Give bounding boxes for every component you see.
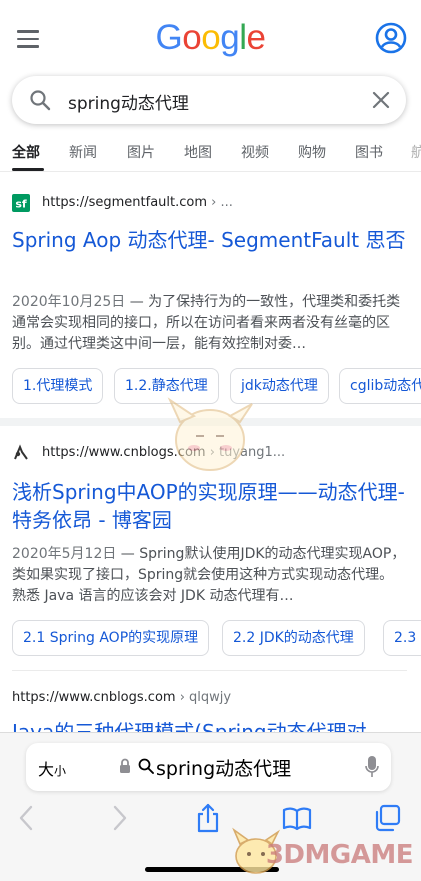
watermark-text: 3DMGAME bbox=[265, 840, 414, 870]
logo-letter: o bbox=[201, 18, 221, 57]
microphone-icon[interactable] bbox=[365, 755, 379, 779]
logo-letter: l bbox=[239, 18, 247, 57]
result-title-link[interactable]: Java的三种代理模式(Spring动态代理对 bbox=[12, 720, 367, 732]
logo-letter: g bbox=[220, 18, 240, 57]
chip-label: 2.3 C bbox=[394, 630, 421, 646]
mascot-watermark-icon bbox=[167, 397, 253, 471]
google-header: Google bbox=[0, 0, 421, 80]
clear-icon[interactable] bbox=[370, 89, 392, 111]
search-box[interactable]: spring动态代理 bbox=[12, 76, 406, 124]
result-snippet: 2020年10月25日 — 为了保持行为的一致性，代理类和委托类通常会实现相同的… bbox=[12, 292, 407, 355]
search-result: sf https://segmentfault.com › ... Spring… bbox=[0, 180, 421, 416]
result-source[interactable]: https://segmentfault.com › ... bbox=[42, 195, 233, 210]
logo-letter: G bbox=[155, 18, 183, 57]
result-breadcrumb: › ... bbox=[207, 195, 233, 210]
forward-icon[interactable] bbox=[104, 803, 134, 833]
result-title-link[interactable]: Spring Aop 动态代理- SegmentFault 思否 bbox=[12, 228, 405, 252]
google-logo[interactable]: Google bbox=[0, 18, 421, 58]
search-input[interactable]: spring动态代理 bbox=[68, 89, 189, 114]
chip-label: 1.代理模式 bbox=[23, 378, 93, 394]
url-text[interactable]: spring动态代理 bbox=[156, 754, 291, 781]
tabs-icon[interactable] bbox=[372, 803, 402, 833]
result-source[interactable]: https://www.cnblogs.com › qlqwjy bbox=[12, 690, 231, 705]
text-size-small: 小 bbox=[54, 764, 67, 778]
sitelink-chip[interactable]: 2.3 C bbox=[383, 620, 421, 656]
result-date: 2020年10月25日 bbox=[12, 294, 126, 310]
account-circle-icon[interactable] bbox=[375, 22, 407, 54]
back-icon[interactable] bbox=[12, 803, 42, 833]
tab-flights[interactable]: 航 bbox=[411, 142, 421, 162]
sitelink-chip[interactable]: 2.1 Spring AOP的实现原理 bbox=[12, 620, 210, 656]
search-result: https://www.cnblogs.com › qlqwjy Java的三种… bbox=[0, 680, 421, 732]
text-size-button[interactable]: 大小 bbox=[38, 756, 66, 780]
result-date: 2020年5月12日 bbox=[12, 546, 117, 562]
share-icon[interactable] bbox=[193, 803, 223, 833]
safari-address-bar[interactable]: 大小 spring动态代理 bbox=[26, 743, 391, 791]
search-icon bbox=[138, 758, 154, 774]
chip-label: 2.1 Spring AOP的实现原理 bbox=[23, 630, 199, 646]
logo-letter: e bbox=[246, 18, 266, 57]
result-url: https://www.cnblogs.com bbox=[12, 690, 176, 705]
bookmarks-icon[interactable] bbox=[282, 803, 312, 833]
search-icon bbox=[30, 90, 51, 111]
favicon-text: sf bbox=[15, 198, 27, 211]
result-title-link[interactable]: 浅析Spring中AOP的实现原理——动态代理- 特务依昂 - 博客园 bbox=[12, 480, 405, 532]
chip-label: cglib动态代 bbox=[350, 378, 421, 394]
search-tabs: 全部 新闻 图片 地图 视频 购物 图书 航 bbox=[0, 140, 421, 172]
result-divider bbox=[12, 670, 407, 671]
tab-all[interactable]: 全部 bbox=[12, 142, 40, 162]
sitelink-chip[interactable]: 2.2 JDK的动态代理 bbox=[222, 620, 365, 656]
tab-videos[interactable]: 视频 bbox=[241, 142, 269, 162]
tab-books[interactable]: 图书 bbox=[355, 142, 383, 162]
tab-news[interactable]: 新闻 bbox=[69, 142, 97, 162]
text-size-large: 大 bbox=[38, 760, 55, 779]
sitelink-chips: 2.1 Spring AOP的实现原理 2.2 JDK的动态代理 2.3 C bbox=[12, 620, 421, 656]
logo-letter: o bbox=[182, 18, 202, 57]
result-breadcrumb: › qlqwjy bbox=[175, 690, 232, 705]
lock-icon bbox=[120, 758, 130, 773]
segmentfault-favicon: sf bbox=[12, 194, 30, 212]
result-title[interactable]: Spring Aop 动态代理- SegmentFault 思否 bbox=[12, 226, 407, 254]
result-title[interactable]: 浅析Spring中AOP的实现原理——动态代理- 特务依昂 - 博客园 bbox=[12, 478, 407, 534]
cnblogs-favicon bbox=[14, 444, 28, 460]
tab-images[interactable]: 图片 bbox=[127, 142, 155, 162]
sitelink-chip[interactable]: 1.代理模式 bbox=[12, 368, 104, 404]
result-snippet: 2020年5月12日 — Spring默认使用JDK的动态代理实现AOP，类如果… bbox=[12, 544, 407, 607]
result-url: https://segmentfault.com bbox=[42, 195, 208, 210]
tab-maps[interactable]: 地图 bbox=[184, 142, 212, 162]
chip-label: 2.2 JDK的动态代理 bbox=[233, 630, 354, 646]
active-tab-indicator bbox=[12, 168, 44, 171]
tab-shopping[interactable]: 购物 bbox=[298, 142, 326, 162]
sitelink-chip[interactable]: cglib动态代 bbox=[339, 368, 421, 404]
result-title[interactable]: Java的三种代理模式(Spring动态代理对 bbox=[12, 718, 407, 732]
